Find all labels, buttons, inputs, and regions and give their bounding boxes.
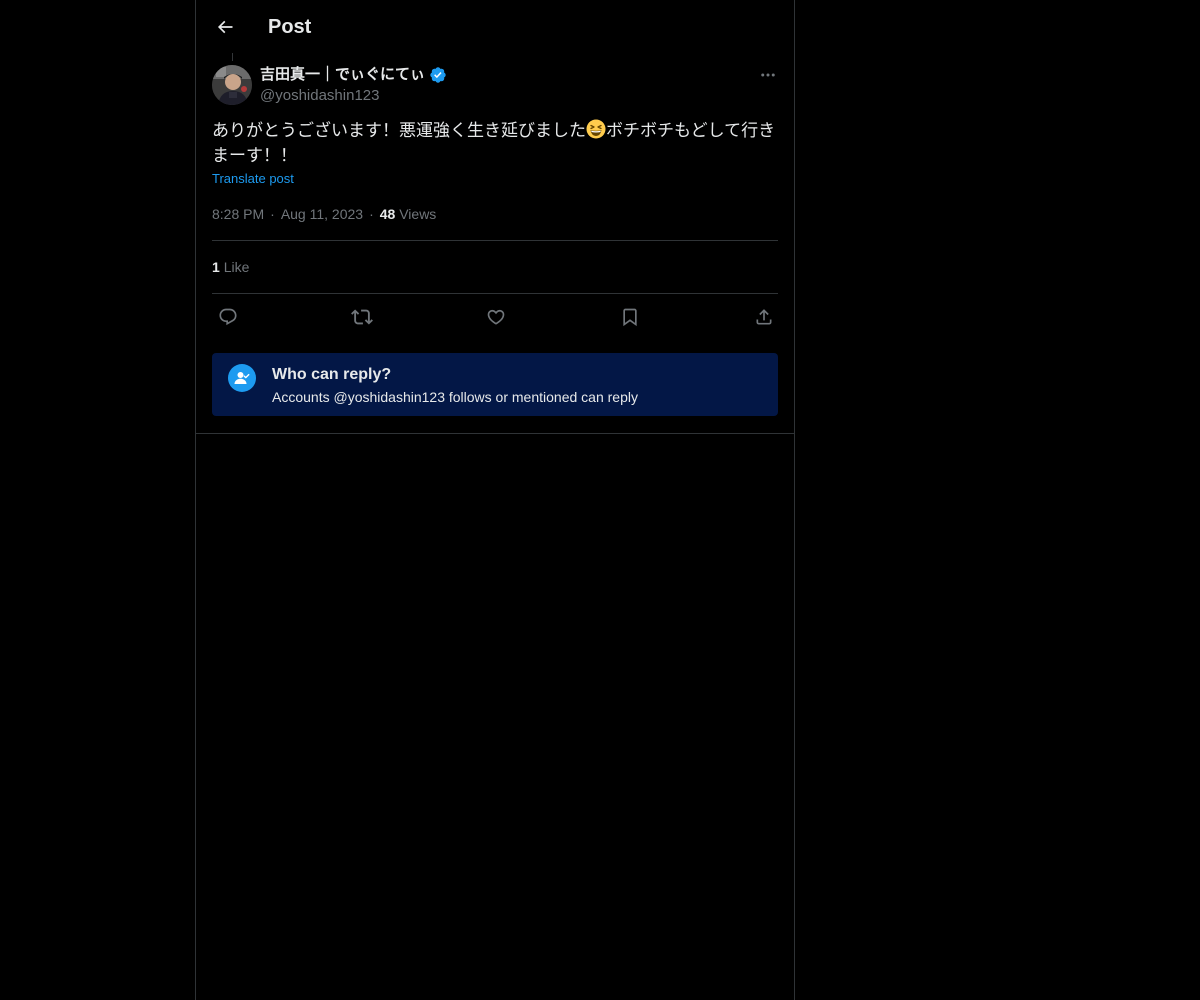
more-options-button[interactable] — [754, 64, 782, 86]
heart-icon — [487, 309, 505, 325]
verified-badge-icon[interactable] — [429, 66, 447, 84]
divider — [212, 293, 778, 294]
translate-post-link[interactable]: Translate post — [212, 170, 294, 188]
avatar[interactable] — [212, 65, 252, 105]
post-date[interactable]: Aug 11, 2023 — [281, 206, 363, 222]
author-handle[interactable]: @yoshidashin123 — [260, 86, 379, 106]
likes-count: 1 — [212, 259, 220, 275]
reply-restriction-title: Who can reply? — [272, 366, 392, 383]
meta-separator: · — [270, 206, 275, 222]
repost-button[interactable] — [349, 304, 375, 330]
views-label: Views — [399, 206, 437, 222]
like-button[interactable] — [483, 304, 509, 330]
meta-separator: · — [369, 206, 374, 222]
back-button[interactable] — [208, 10, 242, 44]
post-text: ありがとうございます！悪運強く生き延びました ボチボチもどして行きまーす！！ — [212, 118, 778, 168]
page-title: Post — [268, 16, 312, 38]
repost-icon — [351, 309, 373, 325]
post-text-part1: ありがとうございます！悪運強く生き延びました — [212, 121, 586, 140]
bookmark-icon — [623, 308, 637, 327]
reply-button[interactable] — [215, 304, 241, 330]
post-meta: 8:28 PM · Aug 11, 2023 · 48 Views — [212, 204, 436, 224]
arrow-left-icon — [217, 20, 233, 34]
divider — [196, 433, 794, 434]
post-time[interactable]: 8:28 PM — [212, 206, 264, 222]
divider — [212, 240, 778, 241]
avatar-image — [212, 65, 252, 105]
author-name-text: 吉田真一｜でぃぐにてぃ — [260, 66, 426, 83]
views-count: 48 — [379, 206, 396, 222]
share-button[interactable] — [751, 304, 777, 330]
more-dots-icon — [761, 73, 775, 77]
bookmark-button[interactable] — [617, 304, 643, 330]
person-check-icon — [228, 364, 256, 392]
reply-restriction-subtitle: Accounts @yoshidashin123 follows or ment… — [272, 389, 638, 405]
thread-connector-line — [232, 53, 233, 61]
share-icon — [756, 309, 772, 325]
likes-label: Like — [223, 259, 250, 275]
author-name[interactable]: 吉田真一｜でぃぐにてぃ — [260, 65, 447, 85]
grinning-squinting-face-icon — [586, 119, 606, 139]
page-header: Post — [196, 0, 794, 53]
primary-column: Post 吉田真一｜でぃぐにてぃ @yoshidashin123 ありがとうござ… — [195, 0, 795, 1000]
reply-restriction-notice: Who can reply? Accounts @yoshidashin123 … — [212, 353, 778, 416]
likes-stat[interactable]: 1 Like — [212, 257, 249, 277]
reply-icon — [219, 308, 237, 326]
